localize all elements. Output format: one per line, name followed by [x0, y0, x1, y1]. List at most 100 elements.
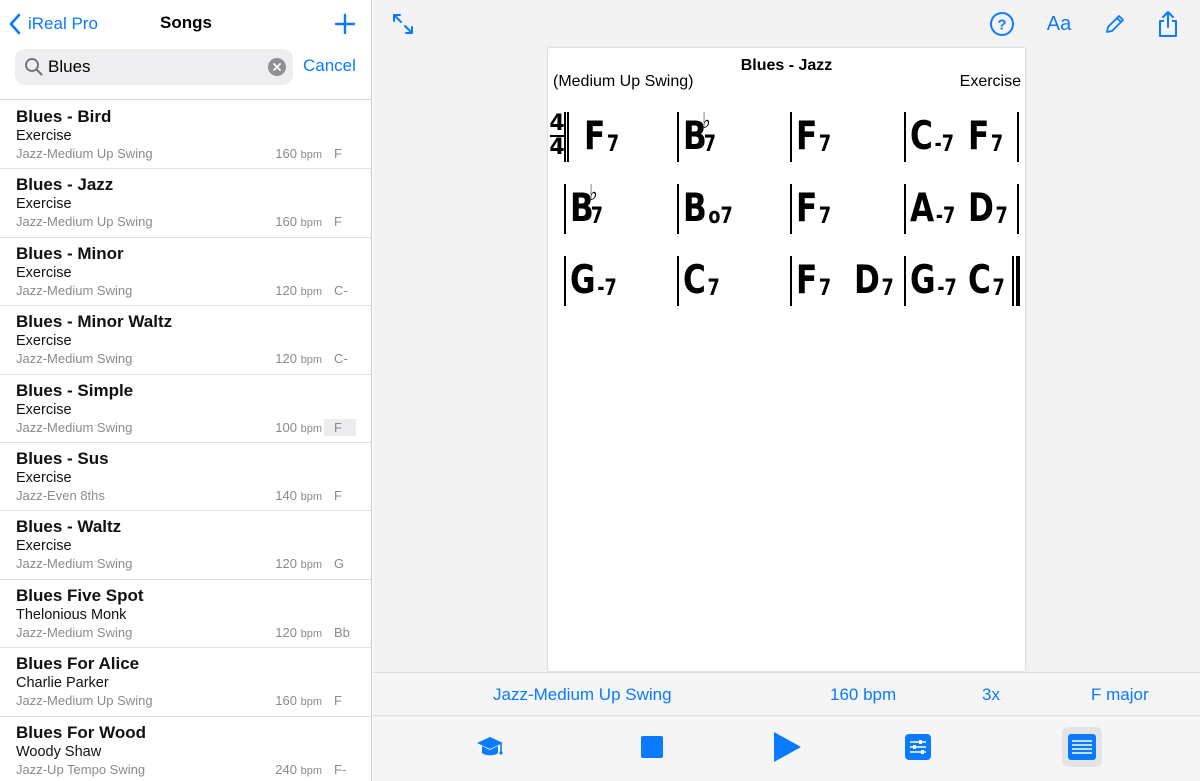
- clear-search-button[interactable]: [268, 58, 286, 76]
- chord-extension: -7: [937, 276, 957, 301]
- chord-extension: 7: [992, 276, 1005, 301]
- mixer-button[interactable]: [898, 727, 938, 767]
- song-list-header: iReal Pro Songs Cancel: [0, 0, 371, 100]
- song-bpm-value: 120: [275, 624, 297, 640]
- song-key: F: [334, 214, 342, 230]
- chord-symbol[interactable]: B ♭ 7: [683, 111, 716, 157]
- song-title: Blues Five Spot: [16, 585, 144, 605]
- song-bpm-value: 140: [275, 487, 297, 503]
- chord-symbol[interactable]: G-7: [910, 261, 957, 300]
- chord-symbol[interactable]: D7: [854, 261, 894, 300]
- edit-button[interactable]: [1101, 8, 1129, 40]
- search-input[interactable]: [48, 57, 263, 77]
- song-row[interactable]: Blues - Waltz Exercise Jazz-Medium Swing 12…: [0, 511, 371, 580]
- song-row[interactable]: Blues - Minor Waltz Exercise Jazz-Medium S…: [0, 306, 371, 375]
- expand-button[interactable]: [389, 8, 417, 40]
- song-bpm-unit: bpm: [300, 354, 322, 367]
- chord-symbol[interactable]: B ♭ 7: [570, 183, 603, 229]
- song-key: C-: [334, 282, 348, 298]
- bar-line: [1017, 112, 1019, 162]
- song-style: Jazz-Medium Swing: [16, 282, 133, 298]
- song-composer: Charlie Parker: [16, 675, 109, 692]
- bar-line: [1012, 256, 1014, 306]
- song-tempo: 120 bpm: [250, 556, 322, 571]
- graduation-cap-icon: [477, 737, 503, 756]
- chord-symbol[interactable]: F7: [968, 117, 1003, 156]
- font-size-label: Aa: [1046, 12, 1072, 35]
- style-selector[interactable]: Jazz-Medium Up Swing: [493, 685, 672, 705]
- search-field[interactable]: [15, 49, 293, 85]
- chord-extension: 7: [995, 204, 1008, 229]
- chord-symbol[interactable]: D7: [968, 189, 1008, 228]
- song-row[interactable]: Blues - Sus Exercise Jazz-Even 8ths 140 bpm…: [0, 443, 371, 512]
- chord-extension: 7: [881, 276, 894, 301]
- song-list: Blues - Bird Exercise Jazz-Medium Up Swing…: [0, 101, 371, 781]
- song-style: Jazz-Medium Swing: [16, 556, 133, 572]
- song-tempo: 120 bpm: [250, 351, 322, 366]
- font-size-button[interactable]: Aa: [1043, 8, 1075, 40]
- song-row[interactable]: Blues - Simple Exercise Jazz-Medium Swing 1…: [0, 375, 371, 443]
- bar-line: [790, 112, 792, 162]
- practice-button[interactable]: [470, 727, 510, 767]
- chord-symbol[interactable]: A-7: [910, 189, 955, 228]
- chord-extension: -7: [934, 132, 955, 157]
- song-bpm-value: 240: [275, 761, 297, 777]
- sheet-composer: Exercise: [959, 73, 1021, 90]
- song-title: Blues For Alice: [16, 654, 140, 674]
- chord-symbol[interactable]: C-7: [910, 117, 954, 156]
- chord-root: C: [968, 258, 991, 303]
- chord-symbol[interactable]: F7: [584, 117, 619, 156]
- bar-line: [790, 184, 792, 234]
- chord-symbol[interactable]: C7: [968, 261, 1005, 300]
- chord-symbol[interactable]: Bo7: [683, 189, 733, 228]
- song-title: Blues - Minor Waltz: [16, 312, 173, 332]
- song-title: Blues - Jazz: [16, 175, 114, 195]
- chord-symbol[interactable]: F7: [796, 189, 831, 228]
- song-bpm-value: 120: [275, 556, 297, 572]
- song-row[interactable]: Blues - Minor Exercise Jazz-Medium Swing 12…: [0, 238, 371, 307]
- song-composer: Thelonious Monk: [16, 606, 127, 623]
- chord-list-button[interactable]: [1062, 727, 1102, 767]
- song-composer: Exercise: [16, 128, 72, 144]
- chord-root: A: [910, 186, 935, 231]
- chord-root: G: [570, 258, 596, 303]
- chord-symbol[interactable]: G-7: [570, 261, 617, 300]
- bar-line: [567, 112, 569, 162]
- song-tempo: 160 bpm: [250, 214, 322, 229]
- back-button[interactable]: iReal Pro: [8, 10, 98, 38]
- song-bpm-value: 160: [275, 214, 297, 230]
- chord-symbol[interactable]: F7: [796, 117, 831, 156]
- song-row[interactable]: Blues For Wood Woody Shaw Jazz-Up Tempo Sw…: [0, 717, 371, 781]
- song-bpm-unit: bpm: [300, 559, 322, 572]
- add-song-button[interactable]: [331, 8, 359, 40]
- bar-line: [904, 184, 906, 234]
- key-selector[interactable]: F major: [1091, 685, 1149, 705]
- chord-root: B: [683, 186, 707, 231]
- chord-extension: 7: [590, 204, 604, 229]
- song-row[interactable]: Blues - Bird Exercise Jazz-Medium Up Swing…: [0, 101, 371, 170]
- chord-extension: 7: [707, 276, 720, 301]
- song-row[interactable]: Blues Five Spot Thelonious Monk Jazz-Mediu…: [0, 580, 371, 649]
- cancel-button[interactable]: Cancel: [303, 56, 356, 76]
- song-tempo: 120 bpm: [250, 283, 322, 298]
- song-bpm-unit: bpm: [300, 149, 322, 161]
- song-tempo: 140 bpm: [250, 488, 322, 503]
- flat-accidental: ♭: [702, 109, 711, 134]
- tempo-selector[interactable]: 160 bpm: [830, 685, 896, 705]
- song-bpm-unit: bpm: [300, 217, 322, 230]
- song-row[interactable]: Blues - Jazz Exercise Jazz-Medium Up Swing…: [0, 169, 371, 238]
- song-bpm-unit: bpm: [300, 422, 322, 435]
- help-button[interactable]: ?: [988, 8, 1016, 40]
- chord-symbol[interactable]: C7: [683, 261, 720, 300]
- chevron-left-icon: [9, 13, 21, 35]
- repeats-selector[interactable]: 3x: [982, 685, 1000, 705]
- chord-symbol[interactable]: F7: [796, 261, 831, 300]
- mixer-icon: [905, 734, 931, 760]
- song-tempo: 240 bpm: [250, 762, 322, 777]
- chord-root: F: [796, 258, 818, 303]
- play-button[interactable]: [767, 727, 807, 767]
- stop-button[interactable]: [632, 727, 672, 767]
- share-button[interactable]: [1154, 8, 1182, 40]
- song-row[interactable]: Blues For Alice Charlie Parker Jazz-Medium…: [0, 648, 371, 717]
- song-style: Jazz-Even 8ths: [16, 487, 105, 503]
